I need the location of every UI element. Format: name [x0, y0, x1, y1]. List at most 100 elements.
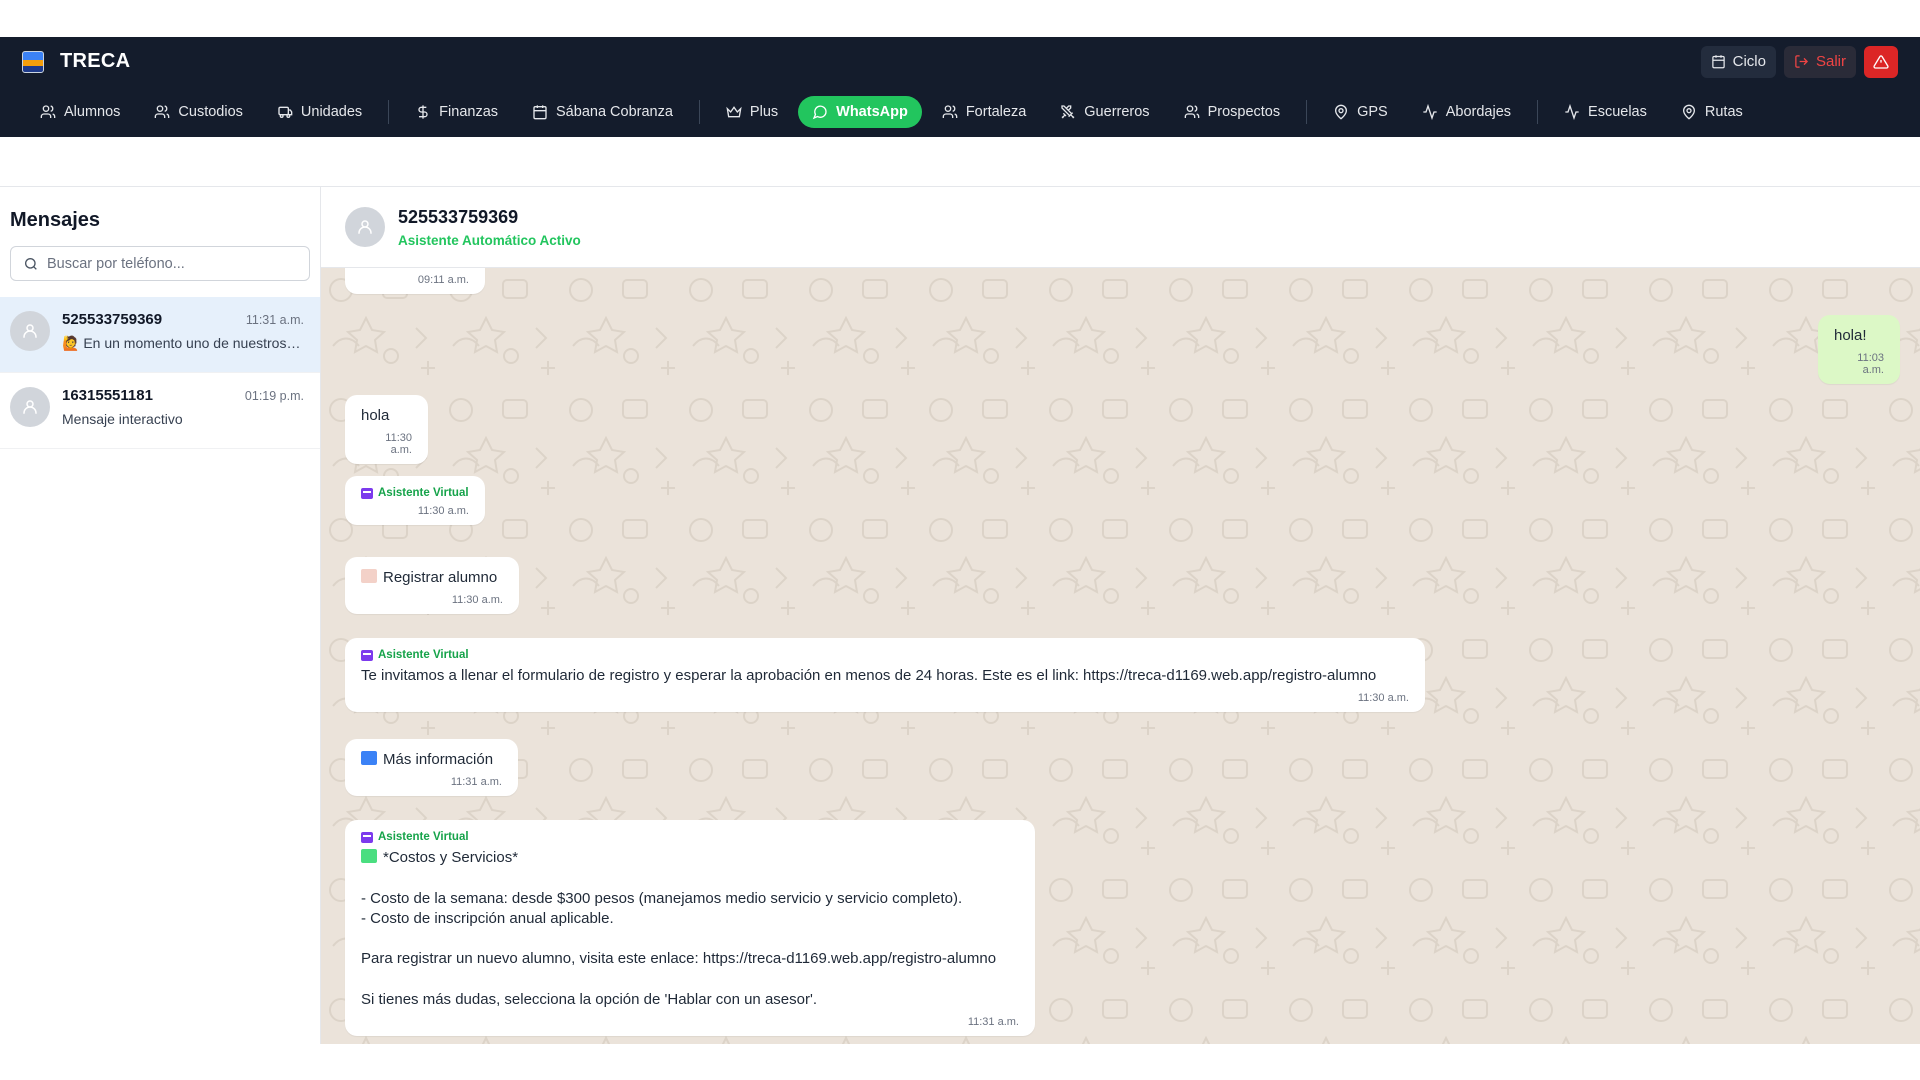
message-time: 11:30 a.m. [417, 505, 469, 517]
nav-prospectos[interactable]: Prospectos [1170, 96, 1295, 128]
nav-label: Guerreros [1084, 103, 1150, 120]
robot-icon [361, 831, 373, 843]
warning-icon [1873, 54, 1889, 69]
app-title: TRECA [60, 50, 131, 72]
conversation-preview: 🙋 En un momento uno de nuestros asesores… [62, 335, 304, 351]
message-bubble: Asistente Virtual 11:30 a.m. [345, 476, 485, 525]
message-line: Más información [361, 750, 502, 770]
brand[interactable]: TRECA [22, 50, 130, 73]
nav-finanzas[interactable]: Finanzas [401, 96, 512, 128]
users-icon [40, 104, 56, 118]
users-icon [1184, 104, 1199, 118]
salir-label: Salir [1815, 53, 1846, 70]
nav-label: WhatsApp [836, 103, 908, 120]
avatar [345, 207, 385, 247]
agent-label: Asistente Virtual [361, 649, 1409, 661]
robot-icon [361, 487, 373, 499]
chat-header: 525533759369 Asistente Automático Activo [321, 187, 1920, 268]
sidebar-title: Mensajes [10, 209, 101, 231]
nav-fortaleza[interactable]: Fortaleza [928, 96, 1040, 128]
nav-divider [1306, 99, 1308, 124]
crown-icon [726, 105, 742, 117]
calendar-icon [1711, 55, 1725, 69]
chat-icon [812, 105, 827, 119]
message-bubble: Asistente Virtual *Costos y Servicios* -… [345, 820, 1035, 1036]
message-bubble: Más información 11:31 a.m. [345, 739, 518, 797]
nav-label: Rutas [1704, 103, 1743, 120]
nav-rutas[interactable]: Rutas [1667, 96, 1757, 128]
message-time: 11:31 a.m. [967, 1016, 1019, 1028]
info-icon [361, 751, 377, 765]
nav-label: Prospectos [1207, 103, 1281, 120]
header-actions: Ciclo Salir [1700, 45, 1898, 78]
alert-button[interactable] [1864, 45, 1898, 78]
message-bubble: 09:11 a.m. [345, 268, 485, 294]
nav-label: Escuelas [1588, 103, 1647, 120]
users-icon [942, 104, 958, 118]
message-line: *Costos y Servicios* - Costo de la seman… [361, 848, 1019, 1010]
toolbar-spacer [0, 137, 1920, 187]
chat-panel: 525533759369 Asistente Automático Activo [321, 187, 1920, 1044]
message-bubble: Asistente Virtual Te invitamos a llenar … [345, 638, 1425, 713]
message-time: 11:31 a.m. [450, 776, 502, 789]
nav-label: Custodios [178, 103, 243, 120]
nav-escuelas[interactable]: Escuelas [1550, 96, 1661, 128]
message-text: hola [361, 407, 390, 424]
message-time: 11:30 a.m. [385, 432, 412, 457]
user-icon [23, 400, 37, 414]
conversation-body: 525533759369 11:31 a.m. 🙋 En un momento … [62, 311, 304, 358]
search-input[interactable] [47, 255, 297, 272]
nav-label: Alumnos [64, 103, 121, 120]
message-text: Te invitamos a llenar el formulario de r… [361, 667, 1377, 684]
message-text: hola! [1834, 327, 1867, 344]
ciclo-button[interactable]: Ciclo [1700, 45, 1776, 78]
conversations-sidebar: Mensajes 525533759369 11:31 a.m. 🙋 En un… [0, 187, 321, 1044]
nav-label: Abordajes [1445, 103, 1512, 120]
message-text: Más información [383, 751, 494, 768]
pin-icon [1335, 104, 1348, 120]
message-text: *Costos y Servicios* - Costo de la seman… [361, 849, 997, 1008]
nav-custodios[interactable]: Custodios [140, 96, 256, 128]
nav-divider [698, 99, 700, 124]
message-bubble: hola 11:30 a.m. [345, 395, 428, 465]
conversation-preview: Mensaje interactivo [62, 411, 183, 427]
message-bubble-outgoing: hola! 11:03 a.m. [1818, 315, 1900, 385]
money-icon [361, 849, 377, 863]
activity-icon [1565, 103, 1579, 120]
agent-name: Asistente Virtual [378, 831, 469, 843]
salir-button[interactable]: Salir [1783, 45, 1856, 78]
avatar [10, 311, 50, 351]
message-bubble: Registrar alumno 11:30 a.m. [345, 557, 519, 615]
users-icon [155, 104, 170, 118]
swords-icon [1061, 104, 1075, 118]
chat-contact-info: 525533759369 Asistente Automático Activo [398, 207, 581, 248]
conversation-list: 525533759369 11:31 a.m. 🙋 En un momento … [0, 297, 320, 449]
nav-label: Finanzas [439, 103, 499, 120]
avatar [10, 387, 50, 427]
messages-area[interactable]: 09:11 a.m. hola! 11:03 a.m. hola 11:30 a… [321, 268, 1920, 1044]
bus-icon [278, 106, 293, 118]
conversation-item[interactable]: 16315551181 01:19 p.m. Mensaje interacti… [0, 373, 320, 449]
nav-alumnos[interactable]: Alumnos [26, 96, 134, 128]
nav-abordajes[interactable]: Abordajes [1408, 96, 1525, 128]
nav-unidades[interactable]: Unidades [263, 96, 376, 128]
conversation-name: 16315551181 [62, 387, 153, 404]
nav-divider [1537, 99, 1539, 124]
nav-gps[interactable]: GPS [1319, 96, 1402, 128]
activity-icon [1423, 103, 1437, 120]
nav-label: Plus [749, 103, 779, 120]
message-time: 11:30 a.m. [1357, 692, 1409, 705]
nav-whatsapp[interactable]: WhatsApp [798, 95, 922, 128]
nav-plus[interactable]: Plus [712, 96, 792, 128]
agent-name: Asistente Virtual [378, 649, 469, 661]
chat-contact-name: 525533759369 [398, 206, 519, 227]
chat-status: Asistente Automático Activo [398, 232, 581, 248]
search-icon [25, 257, 37, 270]
user-icon [358, 220, 372, 234]
message-text: Registrar alumno [383, 569, 498, 586]
nav-guerreros[interactable]: Guerreros [1046, 96, 1163, 128]
app-header: TRECA Ciclo Salir [0, 37, 1920, 86]
nav-sabana-cobranza[interactable]: Sábana Cobranza [518, 96, 687, 128]
message-time: 09:11 a.m. [417, 274, 469, 286]
conversation-item[interactable]: 525533759369 11:31 a.m. 🙋 En un momento … [0, 297, 320, 373]
